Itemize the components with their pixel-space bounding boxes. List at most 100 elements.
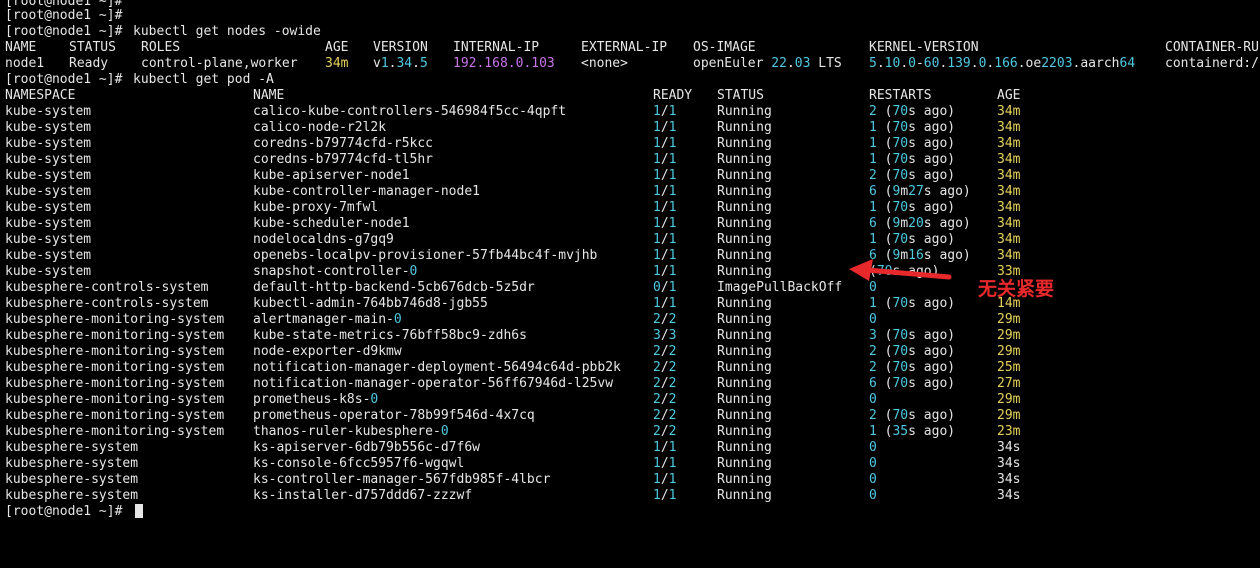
pod-row: kube-system openebs-localpv-provisioner-5…: [0, 248, 1260, 264]
node-internal-ip: 192.168.0.103: [453, 56, 555, 71]
column-header: NAME: [5, 40, 37, 55]
pod-status: Running: [717, 392, 772, 407]
pod-name: notification-manager-operator-56ff67946d…: [253, 376, 614, 391]
pod-name: ks-installer-d757ddd67-zzzwf: [253, 488, 473, 503]
pod-ready: 2/2: [653, 424, 677, 439]
pod-namespace: kubesphere-system: [5, 456, 139, 471]
pod-restarts: 1 (70s ago): [869, 136, 956, 151]
node-kernel-version: 5.10.0-60.139.0.166.oe2203.aarch64: [869, 56, 1136, 71]
pod-restarts: 1 (70s ago): [869, 200, 956, 215]
pod-namespace: kube-system: [5, 152, 92, 167]
pod-ready: 2/2: [653, 360, 677, 375]
pod-row: kube-system nodelocaldns-g7gq9 1/1 Running 1…: [0, 232, 1260, 248]
pod-row: kube-system kube-apiserver-node1 1/1 Runnin…: [0, 168, 1260, 184]
pod-name: kubectl-admin-764bb746d8-jgb55: [253, 296, 488, 311]
node-name: node1: [5, 56, 45, 71]
pod-age: 23m: [997, 424, 1021, 439]
pod-ready: 2/2: [653, 408, 677, 423]
pod-ready: 1/1: [653, 184, 677, 199]
pod-name: alertmanager-main-0: [253, 312, 402, 327]
pod-restarts: 0: [869, 440, 877, 455]
pod-row: kubesphere-monitoring-system alertmanager…: [0, 312, 1260, 328]
pod-name: ks-controller-manager-567fdb985f-4lbcr: [253, 472, 551, 487]
pod-status: Running: [717, 120, 772, 135]
pod-row: kube-system kube-controller-manager-node1…: [0, 184, 1260, 200]
prompt: [root@node1 ~]#: [5, 504, 123, 519]
command-text: kubectl get pod -A: [133, 72, 274, 87]
pod-row: kubesphere-system ks-controller-manager-5…: [0, 472, 1260, 488]
pod-status: Running: [717, 488, 772, 503]
pod-ready: 2/2: [653, 344, 677, 359]
command-text: kubectl get nodes -owide: [133, 24, 321, 39]
pod-name: node-exporter-d9kmw: [253, 344, 402, 359]
pod-age: 34s: [997, 472, 1021, 487]
pod-row: kube-system calico-kube-controllers-54698…: [0, 104, 1260, 120]
pod-namespace: kubesphere-system: [5, 440, 139, 455]
column-header: AGE: [325, 40, 349, 55]
pod-name: kube-state-metrics-76bff58bc9-zdh6s: [253, 328, 527, 343]
node-external-ip: <none>: [581, 56, 628, 71]
pod-row: kubesphere-controls-system default-http-b…: [0, 280, 1260, 296]
pod-row: kube-system snapshot-controller-0 1/1 Runni…: [0, 264, 1260, 280]
pod-name: nodelocaldns-g7gq9: [253, 232, 394, 247]
pod-status: Running: [717, 216, 772, 231]
pod-restarts: 0: [869, 456, 877, 471]
pods-table-header: NAMESPACE NAME READY STATUS RESTARTS AGE: [0, 88, 1260, 104]
pod-restarts: 0: [869, 312, 877, 327]
pod-row: kubesphere-system ks-console-6fcc5957f6-w…: [0, 456, 1260, 472]
pod-name: kube-scheduler-node1: [253, 216, 410, 231]
pod-ready: 1/1: [653, 248, 677, 263]
pod-age: 34s: [997, 456, 1021, 471]
pod-restarts: 3 (70s ago): [869, 328, 956, 343]
column-header: OS-IMAGE: [693, 40, 756, 55]
pod-namespace: kube-system: [5, 168, 92, 183]
pod-restarts: 2 (70s ago): [869, 344, 956, 359]
nodes-table-row: node1 Ready control-plane,worker 34m v1.34.5…: [0, 56, 1260, 72]
column-header: CONTAINER-RU: [1165, 40, 1259, 55]
terminal-window[interactable]: [root@node1 ~]# [root@node1 ~]# [root@no…: [0, 0, 1260, 532]
pod-ready: 1/1: [653, 152, 677, 167]
column-header: KERNEL-VERSION: [869, 40, 979, 55]
pod-status: Running: [717, 136, 772, 151]
pod-name: coredns-b79774cfd-r5kcc: [253, 136, 434, 151]
column-header: RESTARTS: [869, 88, 932, 103]
pod-status: Running: [717, 232, 772, 247]
pod-restarts: 6 (9m27s ago): [869, 184, 971, 199]
column-header: EXTERNAL-IP: [581, 40, 668, 55]
pod-ready: 1/1: [653, 296, 677, 311]
pod-ready: 1/1: [653, 120, 677, 135]
node-os-image: openEuler 22.03 LTS: [693, 56, 842, 71]
pod-namespace: kubesphere-monitoring-system: [5, 344, 225, 359]
pod-name: snapshot-controller-0: [253, 264, 418, 279]
command-line: [root@node1 ~]# kubectl get nodes -owide: [0, 24, 1260, 40]
pod-age: 34m: [997, 120, 1021, 135]
red-arrow-annotation: [849, 259, 952, 281]
pod-row: kubesphere-controls-system kubectl-admin-…: [0, 296, 1260, 312]
prompt: [root@node1 ~]#: [5, 72, 123, 87]
pod-age: 29m: [997, 344, 1021, 359]
pod-name: kube-apiserver-node1: [253, 168, 410, 183]
pod-name: ks-apiserver-6db79b556c-d7f6w: [253, 440, 480, 455]
pod-namespace: kubesphere-monitoring-system: [5, 328, 225, 343]
pod-name: thanos-ruler-kubesphere-0: [253, 424, 449, 439]
prompt-line: [root@node1 ~]#: [0, 504, 1260, 520]
annotation-label: 无关紧要: [978, 278, 1055, 300]
pod-row: kube-system coredns-b79774cfd-r5kcc 1/1 Run…: [0, 136, 1260, 152]
pod-age: 34s: [997, 488, 1021, 503]
prompt-line: [root@node1 ~]#: [0, 8, 1260, 24]
node-status: Ready: [69, 56, 109, 71]
column-header: ROLES: [141, 40, 181, 55]
pod-namespace: kubesphere-monitoring-system: [5, 392, 225, 407]
pod-ready: 3/3: [653, 328, 677, 343]
pod-name: coredns-b79774cfd-tl5hr: [253, 152, 434, 167]
pod-age: 25m: [997, 360, 1021, 375]
pod-status: Running: [717, 424, 772, 439]
pod-age: 34s: [997, 440, 1021, 455]
prompt: [root@node1 ~]#: [5, 24, 123, 39]
pod-namespace: kubesphere-controls-system: [5, 296, 209, 311]
pod-ready: 1/1: [653, 136, 677, 151]
pod-namespace: kube-system: [5, 184, 92, 199]
pod-namespace: kubesphere-system: [5, 472, 139, 487]
pod-namespace: kube-system: [5, 264, 92, 279]
pod-restarts: 1 (70s ago): [869, 296, 956, 311]
